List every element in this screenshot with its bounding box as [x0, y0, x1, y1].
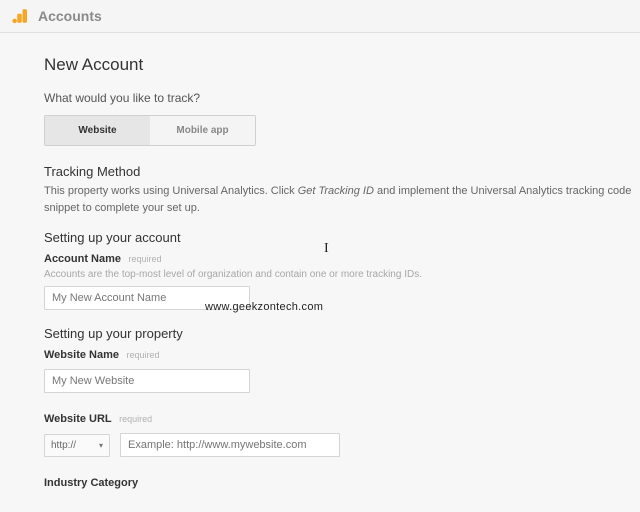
analytics-logo-icon	[12, 7, 30, 25]
website-name-label: Website Name	[44, 349, 119, 361]
industry-category-field: Industry Category	[44, 473, 635, 491]
track-type-website[interactable]: Website	[45, 116, 150, 145]
tracking-help-link-text: Get Tracking ID	[298, 185, 374, 197]
website-name-input[interactable]	[44, 369, 250, 393]
account-name-field: Account Name required Accounts are the t…	[44, 249, 635, 310]
tracking-help-before: This property works using Universal Anal…	[44, 185, 298, 197]
website-url-input[interactable]	[120, 433, 340, 457]
page-body: New Account What would you like to track…	[0, 33, 640, 512]
page-title: New Account	[44, 55, 635, 75]
account-name-required: required	[128, 254, 161, 264]
top-header: Accounts	[0, 0, 640, 33]
account-name-input[interactable]	[44, 286, 250, 310]
tracking-method-title: Tracking Method	[44, 164, 635, 179]
website-url-field: Website URL required http:// ▾	[44, 409, 635, 457]
protocol-select[interactable]: http:// ▾	[44, 434, 110, 457]
website-url-required: required	[119, 414, 152, 424]
account-section-title: Setting up your account	[44, 230, 635, 245]
tracking-method-help: This property works using Universal Anal…	[44, 183, 635, 216]
website-name-field: Website Name required	[44, 345, 635, 393]
header-title: Accounts	[38, 8, 102, 24]
website-name-required: required	[126, 350, 159, 360]
account-name-hint: Accounts are the top-most level of organ…	[44, 269, 635, 280]
protocol-value: http://	[51, 440, 76, 451]
account-name-label: Account Name	[44, 253, 121, 265]
industry-category-label: Industry Category	[44, 477, 138, 489]
track-question: What would you like to track?	[44, 91, 635, 105]
track-type-mobile-app[interactable]: Mobile app	[150, 116, 255, 145]
chevron-down-icon: ▾	[99, 441, 103, 450]
track-type-toggle: Website Mobile app	[44, 115, 256, 146]
property-section-title: Setting up your property	[44, 326, 635, 341]
website-url-label: Website URL	[44, 413, 112, 425]
